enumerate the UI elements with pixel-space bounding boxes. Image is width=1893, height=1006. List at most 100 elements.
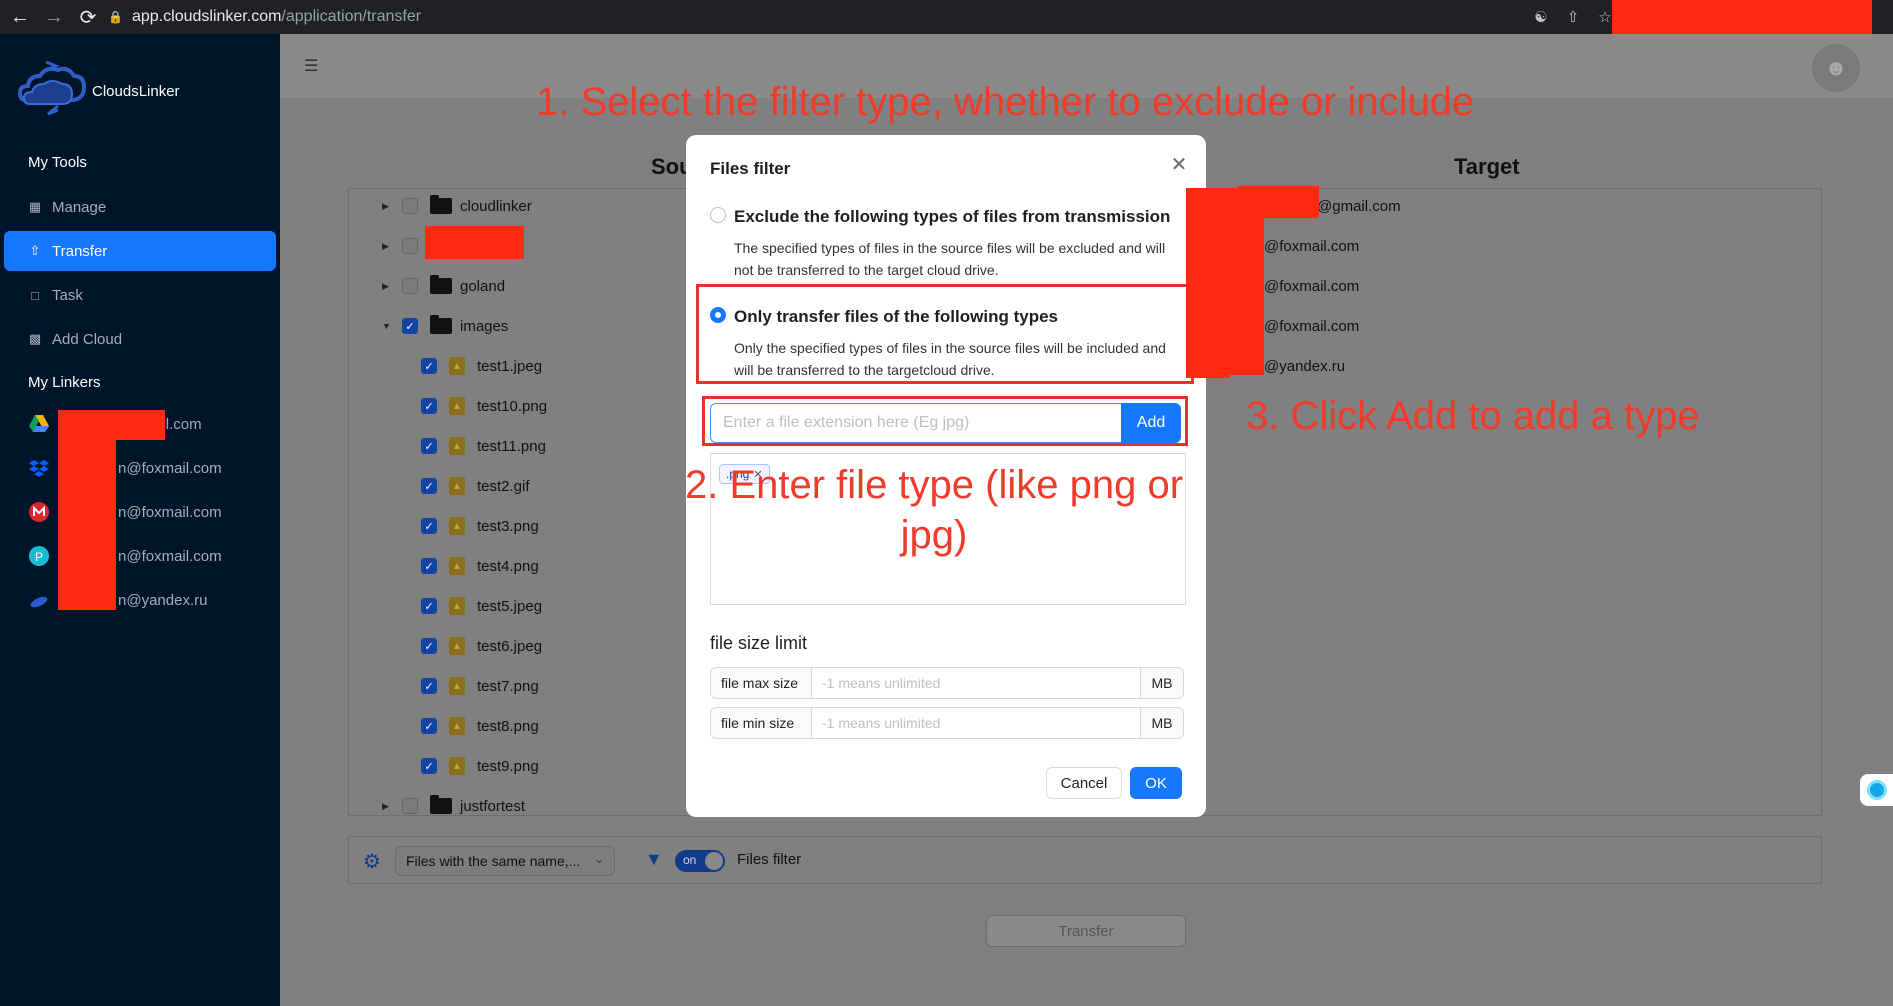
tree-item-label: test7.png: [477, 677, 539, 695]
gear-icon[interactable]: ⚙: [363, 849, 385, 873]
min-size-unit: MB: [1140, 707, 1184, 739]
tree-checkbox[interactable]: ✓: [421, 718, 437, 734]
duplicate-select-value: Files with the same name,...: [406, 853, 581, 869]
sidebar-item-task[interactable]: □ Task: [4, 275, 276, 315]
url-host: app.cloudslinker.com: [132, 7, 282, 25]
app-logo[interactable]: CloudsLinker: [16, 60, 180, 116]
reload-icon[interactable]: ⟳: [74, 3, 102, 31]
tree-row[interactable]: ✓ ▲ test4.png: [421, 554, 539, 578]
tree-row[interactable]: ✓ ▲ test3.png: [421, 514, 539, 538]
tree-item-label: test8.png: [477, 717, 539, 735]
tree-checkbox[interactable]: ✓: [402, 318, 418, 334]
tree-row[interactable]: ✓ ▲ test2.gif: [421, 474, 530, 498]
target-item[interactable]: @foxmail.com: [1264, 318, 1359, 335]
max-size-label: file max size: [710, 667, 812, 699]
tree-row[interactable]: ✓ ▲ test10.png: [421, 394, 547, 418]
back-icon[interactable]: ←: [6, 3, 34, 31]
modal-title: Files filter: [710, 159, 791, 178]
tree-checkbox[interactable]: ✓: [421, 558, 437, 574]
cancel-button[interactable]: Cancel: [1046, 767, 1122, 799]
tree-checkbox[interactable]: ✓: [421, 478, 437, 494]
tree-checkbox[interactable]: [402, 198, 418, 214]
tree-checkbox[interactable]: ✓: [421, 438, 437, 454]
grid-icon: ▦: [28, 199, 42, 214]
linker-label: n@foxmail.com: [118, 503, 222, 521]
max-size-input[interactable]: [812, 667, 1140, 699]
files-filter-label[interactable]: Files filter: [737, 851, 801, 868]
floating-assistant-widget[interactable]: [1860, 774, 1893, 806]
folder-icon: [430, 795, 452, 814]
caret-down-icon[interactable]: ▼: [382, 321, 392, 331]
tree-item-label: test11.png: [477, 437, 546, 455]
folder-icon: [430, 195, 452, 214]
image-file-icon: ▲: [449, 717, 465, 735]
tree-checkbox[interactable]: ✓: [421, 598, 437, 614]
transfer-button[interactable]: Transfer: [986, 915, 1186, 947]
sidebar-item-manage[interactable]: ▦ Manage: [4, 187, 276, 227]
caret-right-icon[interactable]: ▶: [382, 201, 392, 212]
tree-checkbox[interactable]: [402, 278, 418, 294]
tree-row[interactable]: ▼ ✓ images: [382, 314, 508, 338]
tree-row[interactable]: ✓ ▲ test11.png: [421, 434, 546, 458]
address-bar[interactable]: 🔒 app.cloudslinker.com/application/trans…: [108, 3, 1608, 30]
lock-icon: 🔒: [108, 9, 123, 24]
tree-checkbox[interactable]: ✓: [421, 358, 437, 374]
sidebar-item-label: Manage: [52, 198, 107, 216]
tree-item-label: test10.png: [477, 397, 548, 415]
tree-checkbox[interactable]: [402, 238, 418, 254]
avatar[interactable]: ☻: [1812, 44, 1860, 92]
tree-row[interactable]: ✓ ▲ test8.png: [421, 714, 539, 738]
tree-row[interactable]: ✓ ▲ test5.jpeg: [421, 594, 542, 618]
tree-checkbox[interactable]: ✓: [421, 758, 437, 774]
transfer-options-bar: ⚙ Files with the same name,... ⌄ ▼ on Fi…: [348, 836, 1822, 884]
tree-item-label: test3.png: [477, 517, 539, 535]
tree-row[interactable]: ✓ ▲ test1.jpeg: [421, 354, 542, 378]
tree-row[interactable]: ▶ goland: [382, 274, 505, 298]
caret-right-icon[interactable]: ▶: [382, 241, 392, 252]
tree-item-label: test9.png: [477, 757, 539, 775]
toggle-label: on: [683, 853, 697, 867]
target-item[interactable]: @yandex.ru: [1264, 358, 1345, 375]
option-exclude-title[interactable]: Exclude the following types of files fro…: [734, 207, 1170, 227]
chevron-down-icon: ⌄: [593, 852, 604, 866]
target-item[interactable]: @gmail.com: [1317, 198, 1401, 215]
annotation-step-2: 2. Enter file type (like png or jpg): [674, 460, 1194, 560]
target-item[interactable]: @foxmail.com: [1264, 278, 1359, 295]
caret-right-icon[interactable]: ▶: [382, 801, 392, 812]
linker-yandex[interactable]: n@yandex.ru: [28, 586, 207, 614]
tree-checkbox[interactable]: [402, 798, 418, 814]
annotation-highlight-input: [702, 396, 1188, 446]
clouds-logo-icon: [17, 60, 87, 116]
tree-checkbox[interactable]: ✓: [421, 398, 437, 414]
svg-text:P: P: [35, 550, 43, 564]
menu-collapse-icon[interactable]: ☰: [304, 56, 322, 75]
tree-row[interactable]: ✓ ▲ test6.jpeg: [421, 634, 542, 658]
translate-icon[interactable]: ☯: [1528, 4, 1554, 30]
tree-row[interactable]: ✓ ▲ test7.png: [421, 674, 539, 698]
tree-row[interactable]: ▶ cloudlinker: [382, 194, 532, 218]
tree-checkbox[interactable]: ✓: [421, 638, 437, 654]
tree-checkbox[interactable]: ✓: [421, 678, 437, 694]
tree-row[interactable]: ✓ ▲ test9.png: [421, 754, 539, 778]
share-icon[interactable]: ⇧: [1560, 4, 1586, 30]
sidebar-item-transfer[interactable]: ⇧ Transfer: [4, 231, 276, 271]
tree-checkbox[interactable]: ✓: [421, 518, 437, 534]
option-exclude-desc: The specified types of files in the sour…: [734, 240, 1166, 278]
radio-exclude[interactable]: [710, 207, 726, 223]
tree-item-label: justfortest: [460, 797, 526, 815]
duplicate-files-select[interactable]: Files with the same name,... ⌄: [395, 846, 615, 876]
target-item[interactable]: @foxmail.com: [1264, 238, 1359, 255]
ok-button[interactable]: OK: [1130, 767, 1182, 799]
size-limit-title: file size limit: [710, 633, 808, 653]
image-file-icon: ▲: [449, 357, 465, 375]
min-size-input[interactable]: [812, 707, 1140, 739]
annotation-step-2-line-1: 2. Enter file type (like png or: [684, 463, 1184, 507]
close-icon[interactable]: ✕: [1168, 153, 1190, 176]
caret-right-icon[interactable]: ▶: [382, 281, 392, 292]
pcloud-icon: P: [29, 546, 49, 566]
my-linkers-title: My Linkers: [28, 374, 101, 391]
forward-icon[interactable]: →: [40, 3, 68, 31]
files-filter-toggle[interactable]: on: [675, 850, 725, 872]
sidebar-item-add-cloud[interactable]: ▩ Add Cloud: [4, 319, 276, 359]
tree-row[interactable]: ▶ justfortest: [382, 794, 525, 818]
